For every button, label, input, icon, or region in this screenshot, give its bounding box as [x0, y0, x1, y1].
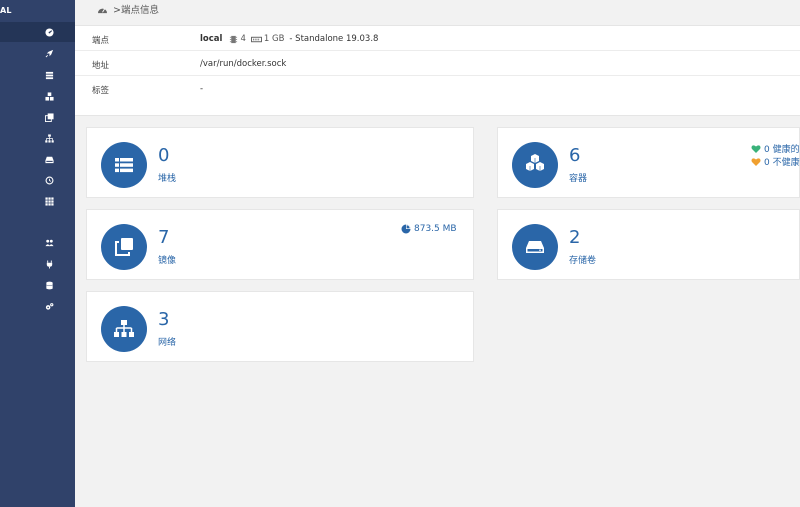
images-icon-circle: [101, 224, 147, 270]
cubes-icon: [526, 154, 544, 171]
app: AL >端点信息 端点 local 4 1 GB - Standalone 19…: [0, 0, 800, 507]
clone-icon[interactable]: [44, 112, 54, 122]
sitemap-icon[interactable]: [44, 133, 54, 143]
heartbeat-icon: [751, 144, 761, 153]
volumes-icon-circle: [512, 224, 558, 270]
tags-row: 标签 -: [75, 76, 800, 101]
pie-chart-icon: [401, 224, 411, 234]
endpoint-row: 端点 local 4 1 GB - Standalone 19.03.8: [75, 26, 800, 51]
networks-label: 网络: [158, 338, 177, 348]
address-row: 地址 /var/run/docker.sock: [75, 51, 800, 76]
endpoint-details: - Standalone 19.03.8: [289, 34, 379, 44]
sitemap-icon: [114, 320, 134, 337]
list-icon: [115, 158, 133, 173]
cubes-icon[interactable]: [44, 91, 54, 101]
breadcrumb-text: >端点信息: [113, 5, 159, 16]
memory-size: 1 GB: [263, 34, 285, 44]
heartbeat-icon: [751, 157, 761, 166]
stacks-icon-circle: [101, 142, 147, 188]
sidebar: AL: [0, 0, 75, 507]
dashboard-icon[interactable]: [44, 27, 54, 37]
rocket-icon[interactable]: [44, 48, 54, 58]
clone-icon: [115, 238, 133, 256]
volumes-card[interactable]: 2 存储卷: [497, 209, 800, 280]
hdd-icon[interactable]: [44, 154, 54, 164]
networks-icon-circle: [101, 306, 147, 352]
grid-icon[interactable]: [44, 196, 54, 206]
dashboard-icon: [98, 7, 107, 13]
address-value: /var/run/docker.sock: [200, 59, 287, 69]
stacks-count: 0: [158, 145, 170, 166]
volumes-label: 存储卷: [569, 256, 597, 266]
sidebar-active-highlight: [0, 22, 75, 42]
containers-card[interactable]: 6 容器 0 健康的 0 不健康: [497, 127, 800, 198]
address-label: 地址: [92, 61, 110, 71]
tags-value: -: [200, 84, 204, 94]
list-icon[interactable]: [44, 70, 54, 80]
volumes-count: 2: [569, 227, 581, 248]
breadcrumb: >端点信息: [75, 0, 800, 18]
stacks-card[interactable]: 0 堆栈: [86, 127, 474, 198]
cpu-info: 4: [229, 34, 246, 44]
hdd-icon: [526, 241, 544, 253]
cpu-count: 4: [240, 34, 246, 44]
memory-icon: [250, 36, 262, 42]
unhealthy-status: 0 不健康: [751, 155, 800, 168]
images-label: 镜像: [158, 256, 177, 266]
memory-info: 1 GB: [250, 34, 285, 44]
networks-card[interactable]: 3 网络: [86, 291, 474, 362]
history-icon[interactable]: [44, 175, 54, 185]
tags-label: 标签: [92, 86, 110, 96]
microchip-icon: [230, 35, 238, 43]
endpoint-info-panel: 端点 local 4 1 GB - Standalone 19.03.8 地址 …: [75, 25, 800, 116]
stacks-label: 堆栈: [158, 174, 177, 184]
endpoint-label: 端点: [92, 36, 110, 46]
endpoint-value: local 4 1 GB - Standalone 19.03.8: [200, 34, 378, 44]
endpoint-name: local: [200, 34, 223, 44]
brand-text: AL: [0, 6, 12, 15]
containers-label: 容器: [569, 174, 588, 184]
images-size-text: 873.5 MB: [414, 224, 457, 234]
healthy-text: 0 健康的: [764, 145, 800, 155]
plug-icon[interactable]: [44, 259, 54, 269]
containers-icon-circle: [512, 142, 558, 188]
healthy-status: 0 健康的: [751, 142, 800, 155]
unhealthy-text: 0 不健康: [764, 158, 800, 168]
images-size: 873.5 MB: [401, 224, 457, 234]
images-count: 7: [158, 227, 170, 248]
images-card[interactable]: 7 镜像 873.5 MB: [86, 209, 474, 280]
containers-count: 6: [569, 145, 581, 166]
networks-count: 3: [158, 309, 170, 330]
database-icon[interactable]: [44, 280, 54, 290]
cogs-icon[interactable]: [44, 301, 54, 311]
users-icon[interactable]: [44, 237, 54, 247]
